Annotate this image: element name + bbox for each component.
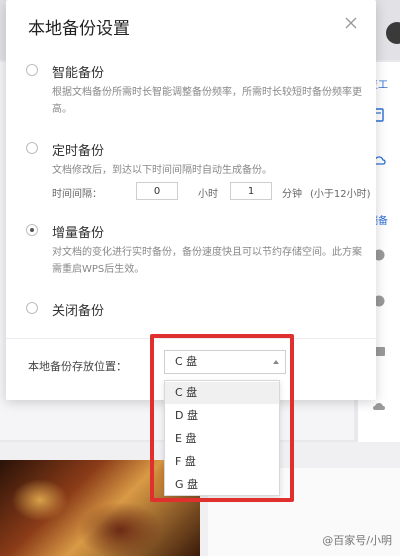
- interval-row: 时间间隔： 小时 分钟 (小于12小时): [52, 182, 372, 202]
- minutes-input[interactable]: [230, 182, 272, 200]
- drive-option-g[interactable]: G 盘: [165, 474, 279, 496]
- option-label: 增量备份: [52, 226, 105, 241]
- upload-cloud-icon[interactable]: [372, 400, 386, 414]
- local-backup-settings-dialog: 本地备份设置 智能备份 根据文档备份所需时长智能调整备份频率，所需时长较短时备份…: [6, 0, 376, 400]
- interval-note: (小于12小时): [310, 189, 371, 200]
- drive-option-e[interactable]: E 盘: [165, 428, 279, 450]
- hours-input[interactable]: [136, 182, 178, 200]
- disable-backup-radio[interactable]: [26, 302, 38, 314]
- option-label: 智能备份: [52, 66, 105, 81]
- drive-option-f[interactable]: F 盘: [165, 451, 279, 473]
- minutes-unit: 分钟: [282, 189, 302, 200]
- interval-label: 时间间隔：: [52, 189, 102, 200]
- drive-option-d[interactable]: D 盘: [165, 405, 279, 427]
- timed-backup-radio[interactable]: [26, 142, 38, 154]
- option-description: 文档修改后，到达以下时间间隔时自动生成备份。: [52, 165, 272, 176]
- option-label: 关闭备份: [52, 304, 105, 319]
- smart-backup-radio[interactable]: [26, 64, 38, 76]
- drive-dropdown-list: C 盘 D 盘 E 盘 F 盘 G 盘: [164, 380, 280, 496]
- caret-up-icon: [273, 360, 279, 364]
- option-description: 对文档的变化进行实时备份，备份速度快且可以节约存储空间。此方案需重启WPS后生效…: [52, 247, 362, 275]
- option-description: 根据文档备份所需时长智能调整备份频率，所需时长较短时备份频率更高。: [52, 87, 362, 115]
- option-label: 定时备份: [52, 144, 105, 159]
- incremental-backup-radio[interactable]: [26, 224, 38, 236]
- watermark: @百家号/小明: [322, 534, 392, 547]
- backup-location-label: 本地备份存放位置：: [28, 360, 127, 373]
- divider: [6, 338, 376, 339]
- drive-option-c[interactable]: C 盘: [165, 382, 279, 404]
- backup-location-select[interactable]: C 盘: [164, 350, 286, 374]
- selected-drive: C 盘: [175, 355, 198, 368]
- close-icon[interactable]: [342, 14, 360, 32]
- dialog-title: 本地备份设置: [28, 19, 130, 39]
- hours-unit: 小时: [198, 189, 218, 200]
